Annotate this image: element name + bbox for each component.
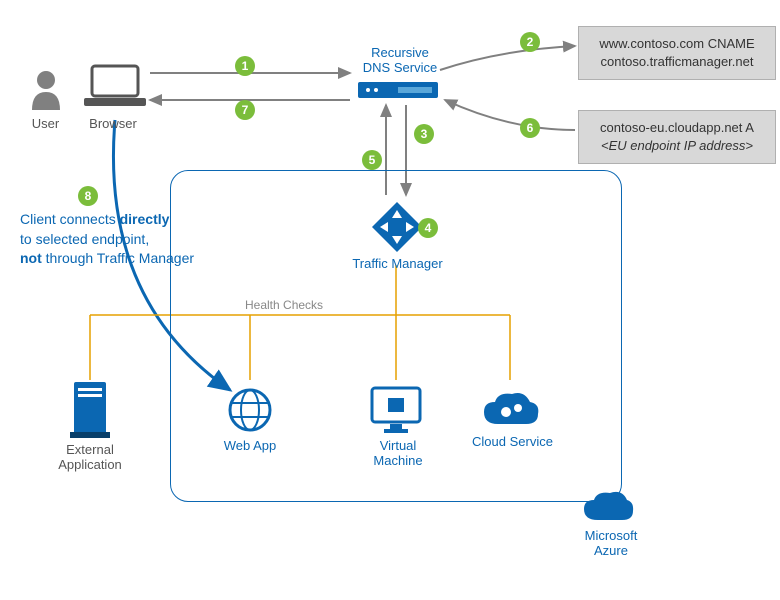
a-line2: <EU endpoint IP address> — [591, 137, 763, 155]
cname-line1: www.contoso.com CNAME — [591, 35, 763, 53]
step-5-badge: 5 — [362, 150, 382, 170]
dns-label: Recursive DNS Service — [345, 45, 455, 75]
cloud-service-label: Cloud Service — [470, 434, 555, 449]
user-label: User — [18, 116, 73, 131]
step-4-badge: 4 — [418, 218, 438, 238]
cname-record-box: www.contoso.com CNAME contoso.trafficman… — [578, 26, 776, 80]
a-line1: contoso-eu.cloudapp.net A — [591, 119, 763, 137]
user-icon — [28, 68, 64, 112]
cloud-gears-icon — [480, 390, 542, 432]
browser-icon — [80, 62, 150, 112]
traffic-manager-label: Traffic Manager — [345, 256, 450, 271]
step-2-badge: 2 — [520, 32, 540, 52]
step-7-badge: 7 — [235, 100, 255, 120]
a-record-box: contoso-eu.cloudapp.net A <EU endpoint I… — [578, 110, 776, 164]
step-1-badge: 1 — [235, 56, 255, 76]
step-6-badge: 6 — [520, 118, 540, 138]
server-icon — [70, 382, 110, 440]
web-app-label: Web App — [215, 438, 285, 453]
monitor-icon — [370, 386, 422, 434]
azure-cloud-icon — [580, 488, 636, 528]
globe-icon — [225, 385, 275, 435]
health-checks-label: Health Checks — [245, 298, 323, 312]
direct-connection-note: Client connects directly to selected end… — [20, 210, 220, 269]
vm-label: Virtual Machine — [358, 438, 438, 468]
step-8-badge: 8 — [78, 186, 98, 206]
cname-line2: contoso.trafficmanager.net — [591, 53, 763, 71]
external-app-label: External Application — [50, 442, 130, 472]
step-3-badge: 3 — [414, 124, 434, 144]
browser-label: Browser — [78, 116, 148, 131]
azure-label: Microsoft Azure — [572, 528, 650, 558]
traffic-manager-icon — [370, 200, 424, 254]
dns-device-icon — [358, 82, 438, 102]
